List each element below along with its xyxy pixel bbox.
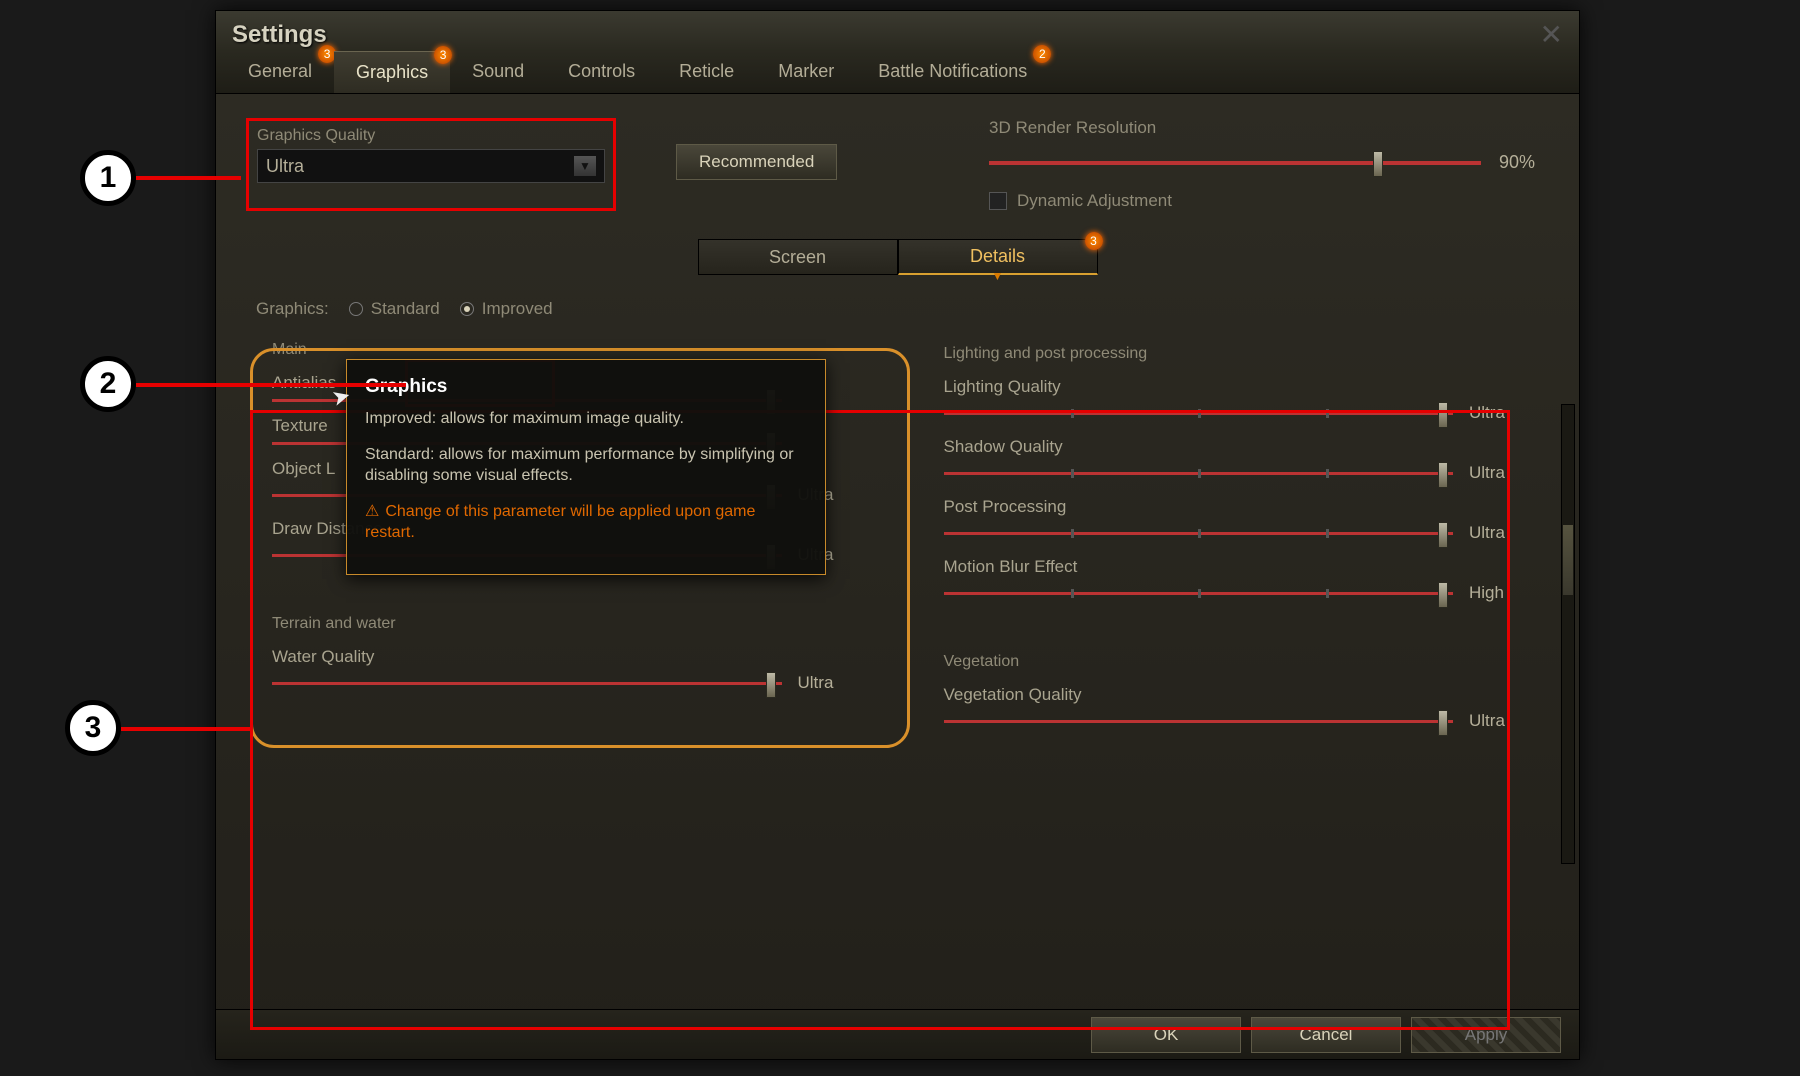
callout-line-1 [136, 176, 241, 180]
section-main: Main [272, 341, 878, 359]
render-slider[interactable] [989, 161, 1481, 165]
radio-icon [349, 302, 363, 316]
tab-reticle[interactable]: Reticle [657, 51, 756, 93]
tab-graphics-label: Graphics [356, 62, 428, 82]
slider-thumb[interactable] [1438, 402, 1448, 428]
graphics-mode-row: Graphics: Standard Improved [246, 299, 878, 319]
recommended-button[interactable]: Recommended [676, 144, 837, 180]
tooltip-warning: Change of this parameter will be applied… [365, 503, 755, 542]
subtab-details[interactable]: Details ▼ 3 [898, 239, 1098, 275]
graphics-quality-value: Ultra [266, 156, 304, 177]
vegetation-slider[interactable] [944, 720, 1454, 723]
motion-slider[interactable] [944, 592, 1454, 595]
render-slider-thumb[interactable] [1373, 151, 1383, 177]
tab-general-label: General [248, 61, 312, 81]
tab-marker[interactable]: Marker [756, 51, 856, 93]
render-block: 3D Render Resolution 90% Dynamic Adjustm… [989, 118, 1549, 211]
tooltip-line1: Improved: allows for maximum image quali… [365, 408, 807, 430]
water-slider[interactable] [272, 682, 782, 685]
tooltip-line2: Standard: allows for maximum performance… [365, 444, 807, 487]
graphics-quality-block: Graphics Quality Ultra ▼ [246, 118, 616, 211]
sub-tabs: Screen Details ▼ 3 [246, 239, 1549, 275]
post-slider[interactable] [944, 532, 1454, 535]
slider-thumb[interactable] [1438, 522, 1448, 548]
radio-improved[interactable]: Improved [460, 299, 553, 319]
slider-thumb[interactable] [1438, 710, 1448, 736]
vegetation-label: Vegetation Quality [944, 685, 1550, 705]
section-lighting: Lighting and post processing [944, 345, 1550, 363]
footer: OK Cancel Apply [216, 1009, 1579, 1059]
details-area: Graphics: Standard Improved Main Antiali… [246, 299, 1549, 731]
tab-graphics[interactable]: Graphics 3 [334, 51, 450, 93]
scrollbar[interactable] [1561, 404, 1575, 864]
render-label: 3D Render Resolution [989, 118, 1549, 138]
graphics-quality-dropdown[interactable]: Ultra ▼ [257, 149, 605, 183]
radio-standard[interactable]: Standard [349, 299, 440, 319]
section-vegetation: Vegetation [944, 653, 1550, 671]
cancel-button[interactable]: Cancel [1251, 1017, 1401, 1053]
section-terrain: Terrain and water [272, 615, 878, 633]
shadow-label: Shadow Quality [944, 437, 1550, 457]
shadow-slider[interactable] [944, 472, 1454, 475]
badge-details: 3 [1085, 232, 1103, 250]
window-title: Settings [232, 21, 327, 49]
radio-icon [460, 302, 474, 316]
graphics-mode-label: Graphics: [256, 299, 329, 319]
apply-button[interactable]: Apply [1411, 1017, 1561, 1053]
slider-thumb[interactable] [766, 672, 776, 698]
chevron-down-icon: ▼ [574, 156, 596, 176]
callout-1: 1 [80, 150, 136, 206]
right-col: Lighting and post processing Lighting Qu… [918, 299, 1550, 731]
lighting-label: Lighting Quality [944, 377, 1550, 397]
tab-controls[interactable]: Controls [546, 51, 657, 93]
main-tabs: General 3 Graphics 3 Sound Controls Reti… [216, 51, 1579, 94]
badge-battle-notifications: 2 [1033, 45, 1051, 63]
scrollbar-thumb[interactable] [1563, 525, 1573, 595]
ok-button[interactable]: OK [1091, 1017, 1241, 1053]
render-value: 90% [1499, 152, 1549, 173]
close-icon[interactable]: ✕ [1540, 21, 1563, 49]
lighting-slider[interactable] [944, 412, 1454, 415]
tab-battle-notifications[interactable]: Battle Notifications 2 [856, 51, 1049, 93]
tab-sound[interactable]: Sound [450, 51, 546, 93]
callout-3: 3 [65, 700, 121, 756]
graphics-quality-label: Graphics Quality [257, 127, 605, 145]
tab-general[interactable]: General 3 [226, 51, 334, 93]
graphics-tooltip: Graphics Improved: allows for maximum im… [346, 359, 826, 575]
callout-line-2 [136, 383, 406, 387]
warning-icon: ⚠ [365, 503, 379, 520]
subtab-screen[interactable]: Screen [698, 239, 898, 275]
titlebar: Settings ✕ [216, 11, 1579, 51]
callout-2: 2 [80, 356, 136, 412]
water-label: Water Quality [272, 647, 878, 667]
settings-window: Settings ✕ General 3 Graphics 3 Sound Co… [215, 10, 1580, 1060]
dynamic-adjust-label: Dynamic Adjustment [1017, 191, 1172, 211]
tooltip-title: Graphics [365, 376, 807, 398]
dynamic-adjust-checkbox[interactable] [989, 192, 1007, 210]
slider-thumb[interactable] [1438, 462, 1448, 488]
chevron-down-icon: ▼ [992, 269, 1004, 283]
callout-line-3 [121, 727, 251, 731]
motion-label: Motion Blur Effect [944, 557, 1550, 577]
post-label: Post Processing [944, 497, 1550, 517]
slider-thumb[interactable] [1438, 582, 1448, 608]
content-area: Graphics Quality Ultra ▼ Recommended 3D … [216, 94, 1579, 1009]
